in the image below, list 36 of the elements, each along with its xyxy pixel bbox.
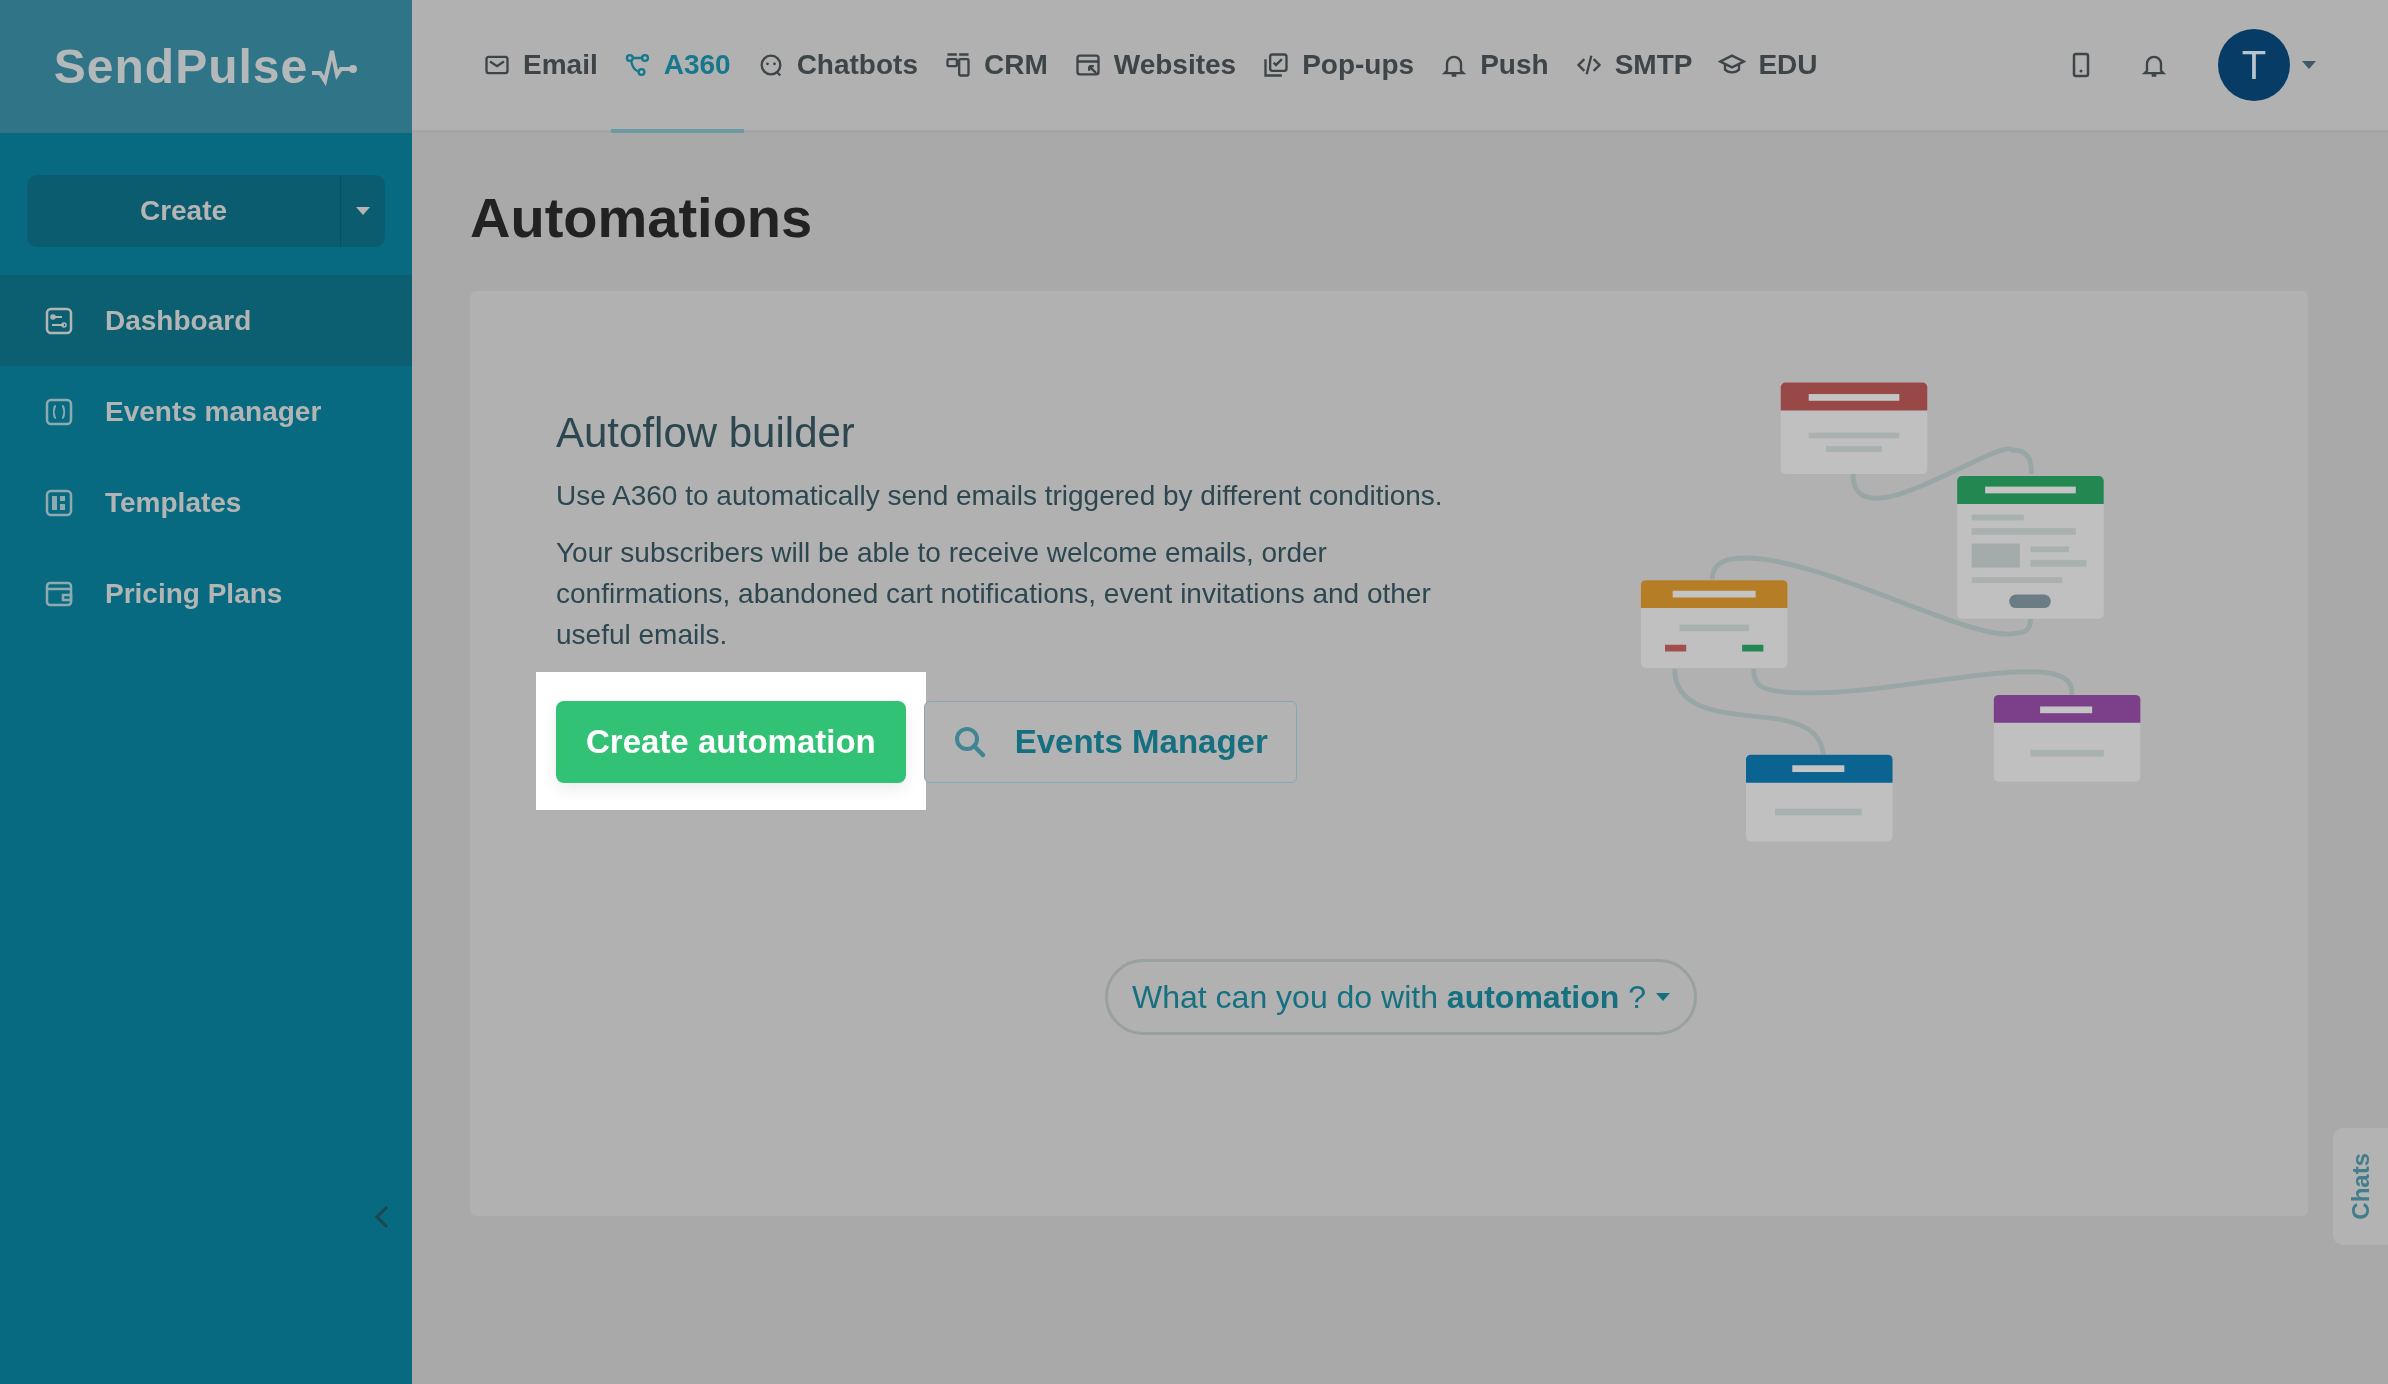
sidebar-item-icon [45, 397, 73, 426]
create-automation-button[interactable]: Create automation [556, 701, 906, 783]
caret-icon [1655, 993, 1670, 1001]
chats-tab[interactable]: Chats [2333, 1128, 2388, 1245]
create-button[interactable]: Create [27, 175, 385, 247]
logo[interactable]: SendPulse [0, 0, 412, 133]
search-icon [952, 725, 987, 759]
nav-tab[interactable]: CRM [930, 0, 1061, 133]
description-text: Use A360 to automatically send emails triggered by different conditions. [556, 479, 1444, 513]
section-heading: Autoflow builder [556, 409, 856, 457]
mobile-phone-icon[interactable] [2072, 52, 2090, 78]
description-text: Your subscribers will be able to receive welcome emails, order confirmations, abandoned cart notifications, event invitations and other useful emails. [556, 536, 1432, 652]
sidebar-item[interactable]: Events manager [0, 366, 412, 457]
nav-tab[interactable]: EDU [1705, 0, 1831, 133]
events-manager-button[interactable]: Events Manager [923, 701, 1297, 783]
nav-tab[interactable]: SMTP [1561, 0, 1706, 133]
nav-tab[interactable]: Websites [1060, 0, 1250, 133]
nav-tab[interactable]: Email [470, 0, 611, 133]
nav-tab[interactable]: Chatbots [743, 0, 931, 133]
sidebar-item-icon [45, 579, 73, 608]
caret-icon [356, 207, 370, 215]
nav-tab-icon [943, 50, 972, 79]
user-avatar[interactable]: T [2218, 29, 2290, 101]
nav-tab[interactable]: Push [1427, 0, 1562, 133]
sidebar-item-icon [45, 488, 73, 517]
automation-help-link[interactable]: What can you do with automation ? [1105, 959, 1697, 1035]
caret-icon[interactable] [2302, 61, 2316, 69]
nav-tab[interactable]: Pop-ups [1249, 0, 1428, 133]
sidebar-item[interactable]: Templates [0, 457, 412, 548]
sidebar-item[interactable]: Pricing Plans [0, 548, 412, 639]
page-title: Automations [470, 185, 814, 251]
sidebar-item[interactable]: Dashboard [0, 275, 412, 366]
nav-tab-icon [1262, 50, 1291, 79]
logo-text: SendPulse [53, 39, 309, 94]
nav-tab[interactable]: A360 [610, 0, 744, 133]
sidebar-item-icon [45, 306, 73, 335]
